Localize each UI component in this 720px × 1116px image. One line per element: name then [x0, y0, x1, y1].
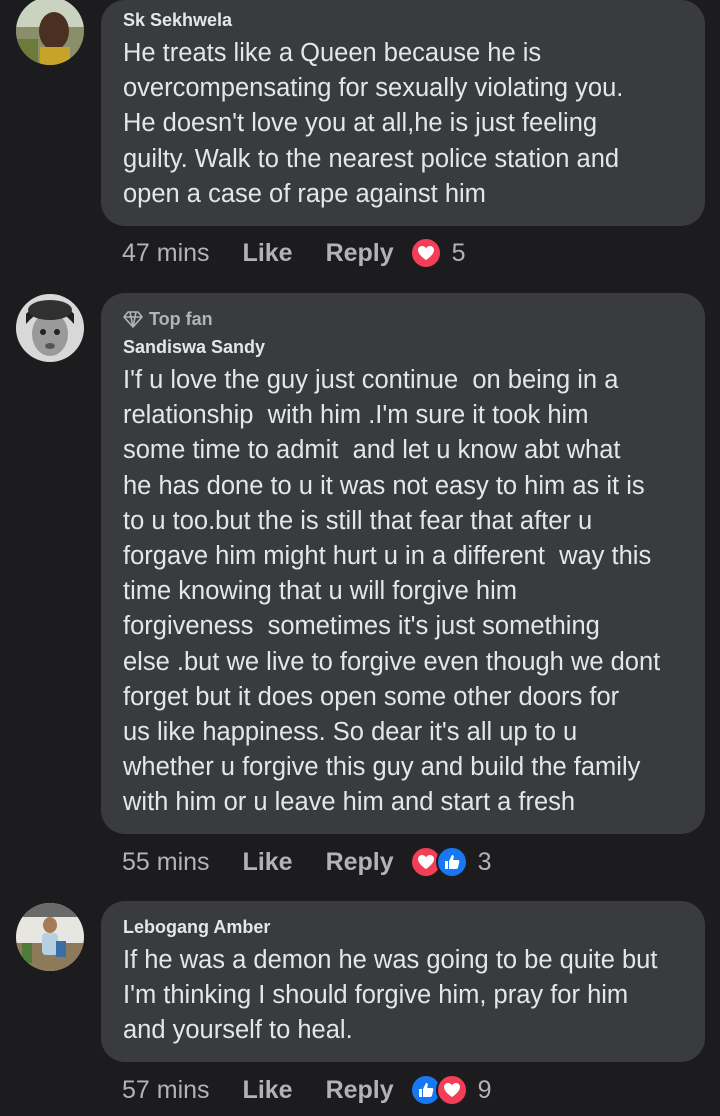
comment-text: If he was a demon he was going to be qui…: [123, 946, 658, 1045]
heart-icon: [409, 237, 442, 269]
avatar[interactable]: [16, 0, 84, 65]
reaction-summary[interactable]: 3: [409, 846, 492, 878]
comment-author[interactable]: Sandiswa Sandy: [123, 335, 683, 359]
reply-button[interactable]: Reply: [326, 1076, 394, 1105]
avatar[interactable]: [16, 294, 84, 362]
reaction-count: 9: [477, 1075, 492, 1104]
top-fan-badge: Top fan: [123, 307, 683, 331]
comment-text: He treats like a Queen because he is ove…: [123, 39, 624, 208]
comment-author[interactable]: Sk Sekhwela: [123, 8, 683, 32]
diamond-icon: [123, 311, 143, 328]
profile-photo-icon: [16, 0, 84, 65]
reaction-summary[interactable]: 5: [409, 237, 466, 269]
profile-photo-icon: [16, 903, 84, 971]
like-button[interactable]: Like: [243, 848, 293, 877]
reaction-count: 3: [477, 847, 492, 876]
top-fan-label: Top fan: [149, 309, 213, 329]
comment-actions: 57 mins Like Reply 9: [122, 1070, 492, 1110]
comment-actions: 47 mins Like Reply 5: [122, 233, 466, 273]
comment-text: I'f u love the guy just continue on bein…: [123, 366, 661, 817]
comment-bubble: Sk Sekhwela He treats like a Queen becau…: [101, 0, 705, 226]
avatar[interactable]: [16, 903, 84, 971]
comment-timestamp[interactable]: 57 mins: [122, 1076, 210, 1105]
comment-timestamp[interactable]: 47 mins: [122, 239, 210, 268]
comment-timestamp[interactable]: 55 mins: [122, 848, 210, 877]
profile-photo-icon: [16, 294, 84, 362]
comment-author[interactable]: Lebogang Amber: [123, 915, 683, 939]
comment-bubble: Top fan Sandiswa Sandy I'f u love the gu…: [101, 293, 705, 834]
thumbs-up-icon: [435, 846, 468, 878]
reply-button[interactable]: Reply: [326, 848, 394, 877]
comment-bubble: Lebogang Amber If he was a demon he was …: [101, 901, 705, 1062]
like-button[interactable]: Like: [243, 239, 293, 268]
comment-actions: 55 mins Like Reply 3: [122, 842, 492, 882]
reaction-summary[interactable]: 9: [409, 1074, 492, 1106]
reply-button[interactable]: Reply: [326, 239, 394, 268]
heart-icon: [435, 1074, 468, 1106]
reaction-count: 5: [451, 238, 466, 267]
like-button[interactable]: Like: [243, 1076, 293, 1105]
